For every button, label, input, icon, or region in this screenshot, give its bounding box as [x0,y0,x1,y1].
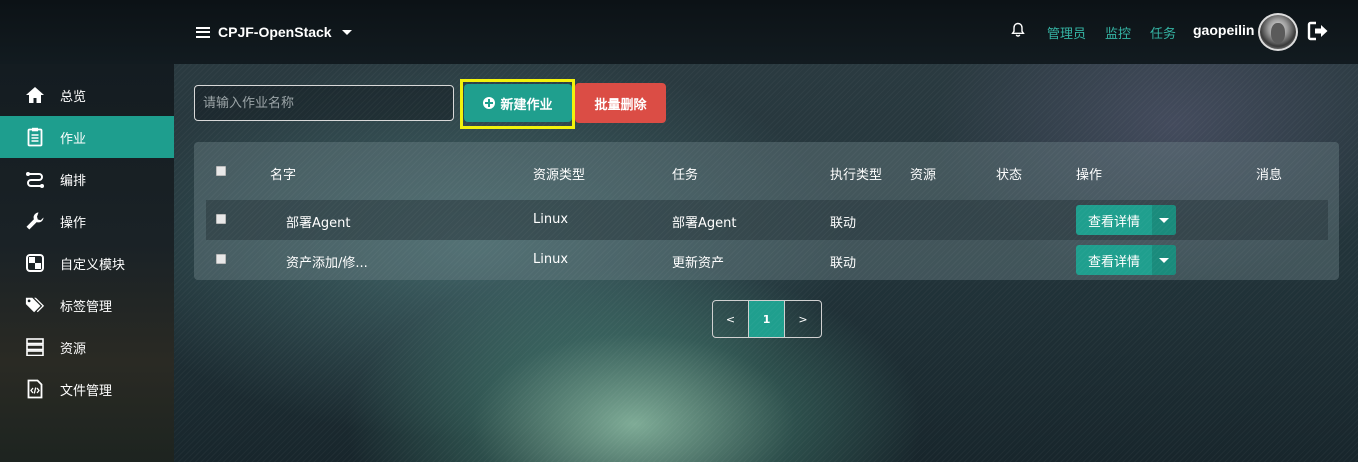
sidebar-item-label: 操作 [60,215,87,231]
cell-name: 部署Agent [286,216,351,231]
list-icon [196,26,210,38]
sidebar-item-label: 资源 [60,341,87,357]
column-header-action: 操作 [1076,168,1103,183]
sidebar-item-tag-management[interactable]: 标签管理 [0,284,174,326]
row-checkbox[interactable] [216,254,226,264]
view-details-label: 查看详情 [1087,254,1140,270]
column-header-exec-type[interactable]: 执行类型 [830,164,882,183]
batch-delete-button[interactable]: 批量删除 [575,83,666,123]
cell-task: 更新资产 [672,256,725,271]
nav-link-admin[interactable]: 管理员 [1047,23,1086,42]
caret-down-icon [1159,217,1169,223]
view-details-button[interactable]: 查看详情 [1076,245,1176,275]
view-details-button[interactable]: 查看详情 [1076,205,1176,235]
caret-down-icon [1159,257,1169,263]
cell-resource-type: Linux [533,252,569,267]
new-job-button[interactable]: 新建作业 [464,84,572,122]
view-details-label: 查看详情 [1087,214,1140,230]
sidebar: 总览 作业 编排 操作 自定义模块 标签管理 资源 文件管理 [0,64,174,462]
top-bar: CPJF-OpenStack 管理员 监控 任务 gaopeilin [0,0,1358,64]
wrench-icon [25,211,45,231]
column-header-message[interactable]: 消息 [1256,164,1282,183]
project-selector[interactable]: CPJF-OpenStack [196,22,352,42]
clipboard-icon [25,127,45,147]
module-icon [25,253,45,273]
chevron-down-icon [341,29,352,35]
sidebar-item-jobs[interactable]: 作业 [0,116,174,158]
cell-exec-type: 联动 [830,216,857,231]
sidebar-item-operations[interactable]: 操作 [0,200,174,242]
sidebar-item-file-management[interactable]: 文件管理 [0,368,174,410]
column-header-task[interactable]: 任务 [672,164,698,183]
dropdown-toggle[interactable] [1152,205,1176,235]
sidebar-item-label: 文件管理 [60,383,113,399]
nav-link-monitor[interactable]: 监控 [1105,23,1131,42]
sidebar-item-label: 作业 [60,131,87,147]
avatar[interactable] [1258,13,1298,51]
sidebar-item-custom-modules[interactable]: 自定义模块 [0,242,174,284]
cell-exec-type: 联动 [830,256,857,271]
column-header-status[interactable]: 状态 [996,164,1022,183]
logout-icon[interactable] [1307,21,1329,41]
sidebar-item-label: 总览 [60,89,87,105]
sidebar-item-label: 标签管理 [60,299,113,315]
sidebar-item-label: 编排 [60,173,87,189]
flow-icon [25,169,45,189]
select-all-checkbox[interactable] [216,166,226,176]
cell-resource-type: Linux [533,212,569,227]
nav-link-tasks[interactable]: 任务 [1150,23,1176,42]
page-1-button[interactable]: 1 [749,301,786,337]
main-content: 新建作业 批量删除 名字 资源类型 任务 执行类型 资源 状态 操作 消息 部署… [174,64,1358,462]
project-name: CPJF-OpenStack [218,24,332,40]
cell-name: 资产添加/修... [286,256,368,271]
search-input[interactable] [194,85,454,121]
sidebar-item-orchestration[interactable]: 编排 [0,158,174,200]
page-next-button[interactable]: > [785,301,821,337]
home-icon [25,85,45,105]
file-code-icon [25,379,45,399]
column-header-resource-type[interactable]: 资源类型 [533,164,585,183]
tags-icon [25,295,45,315]
username[interactable]: gaopeilin [1193,22,1254,38]
pagination: < 1 > [712,300,822,338]
page-prev-button[interactable]: < [713,301,750,337]
bell-icon[interactable] [1010,22,1026,38]
table-row[interactable]: 资产添加/修... Linux 更新资产 联动 查看详情 [206,240,1328,280]
server-icon [25,337,45,357]
column-header-name[interactable]: 名字 [270,164,296,183]
jobs-table: 名字 资源类型 任务 执行类型 资源 状态 操作 消息 部署Agent Linu… [194,142,1339,280]
cell-task: 部署Agent [672,216,737,231]
sidebar-item-resources[interactable]: 资源 [0,326,174,368]
plus-circle-icon [483,97,496,109]
table-row[interactable]: 部署Agent Linux 部署Agent 联动 查看详情 [206,200,1328,240]
new-job-label: 新建作业 [500,97,553,113]
column-header-resource[interactable]: 资源 [910,164,936,183]
row-checkbox[interactable] [216,214,226,224]
sidebar-item-overview[interactable]: 总览 [0,74,174,116]
sidebar-item-label: 自定义模块 [60,257,126,273]
dropdown-toggle[interactable] [1152,245,1176,275]
